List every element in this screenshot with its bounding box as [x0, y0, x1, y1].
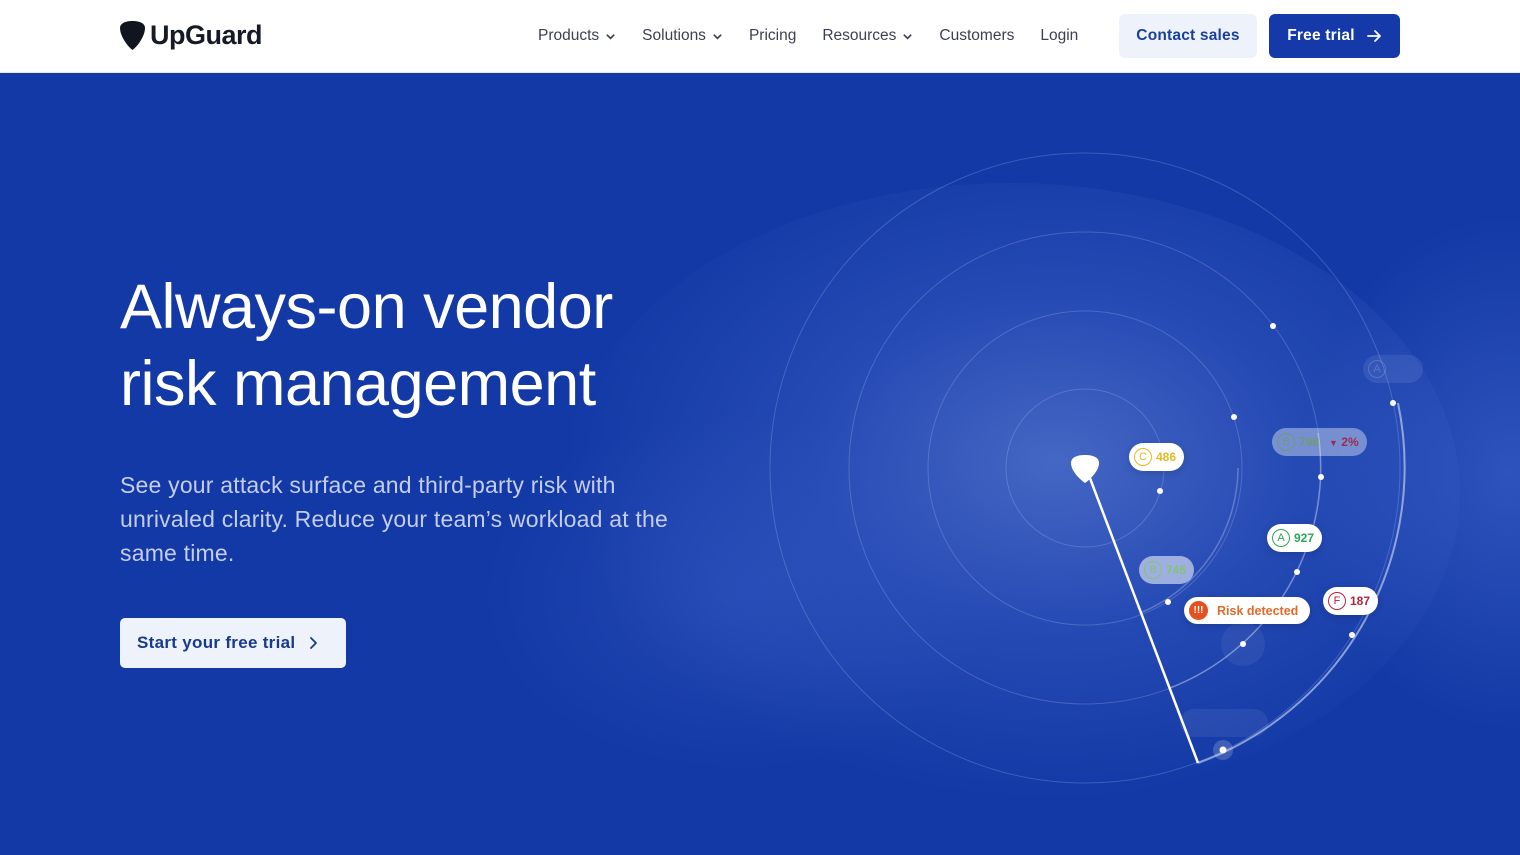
grade-b-icon: B [1277, 433, 1295, 451]
radar-dot [1390, 400, 1396, 406]
score-badge-c486: C 486 [1129, 443, 1185, 471]
score-badge-f187: F 187 [1323, 587, 1379, 615]
radar-dot [1318, 474, 1324, 480]
radar-graphic [769, 152, 1406, 784]
score-value: 927 [1294, 531, 1315, 545]
nav-resources-label: Resources [822, 27, 897, 44]
contact-sales-button[interactable]: Contact sales [1119, 14, 1257, 58]
radar-sweep-arc [1139, 467, 1239, 614]
grade-c-icon: C [1134, 448, 1152, 466]
warning-icon: !!! [1189, 601, 1208, 620]
score-delta: ▼ 2% [1329, 435, 1359, 449]
radar-dot [1219, 746, 1227, 754]
score-value: 745 [1166, 563, 1187, 577]
logo-text: UpGuard [150, 20, 263, 50]
score-badge-b745: B 745 [1139, 556, 1195, 584]
grade-f-icon: F [1328, 592, 1346, 610]
free-trial-label: Free trial [1287, 27, 1355, 44]
shield-pick-icon [120, 21, 145, 50]
radar-dot-halo [1221, 622, 1265, 666]
nav-customers-label: Customers [939, 27, 1015, 44]
score-badge-faded [1180, 709, 1268, 737]
headline-line-1: Always-on vendor [120, 272, 613, 342]
chevron-down-icon [606, 33, 615, 40]
chevron-down-icon [903, 33, 913, 40]
risk-detected-label: Risk detected [1217, 603, 1299, 618]
score-value: 486 [1156, 450, 1177, 464]
triangle-down-icon: ▼ [1329, 438, 1338, 448]
grade-a-icon: A [1272, 529, 1290, 547]
top-navigation: UpGuard Products Solutions Pricing Resou… [0, 0, 1520, 73]
grade-icon: A [1368, 360, 1386, 378]
chevron-right-icon [310, 637, 318, 649]
radar-dot [1231, 414, 1237, 420]
risk-detected-badge: !!! Risk detected [1184, 597, 1311, 624]
radar-dot [1165, 599, 1171, 605]
radar-dot [1294, 569, 1300, 575]
start-free-trial-label: Start your free trial [137, 633, 296, 652]
nav-customers[interactable]: Customers [939, 27, 1014, 45]
nav-products-label: Products [538, 27, 600, 44]
free-trial-button[interactable]: Free trial [1269, 14, 1400, 58]
hero-headline: Always-on vendor risk management [120, 269, 760, 423]
nav-login[interactable]: Login [1040, 27, 1078, 45]
hero-subtext: See your attack surface and third-party … [120, 472, 668, 566]
score-delta-value: 2% [1341, 435, 1359, 449]
nav-links: Products Solutions Pricing Resources Cus… [538, 0, 1104, 72]
score-badge-faded: A [1363, 355, 1423, 383]
nav-products[interactable]: Products [538, 27, 616, 45]
start-free-trial-button[interactable]: Start your free trial [120, 618, 346, 668]
headline-line-2: risk management [120, 349, 596, 419]
nav-pricing[interactable]: Pricing [749, 27, 796, 45]
score-badge-b798: B 798 ▼ 2% [1272, 428, 1367, 456]
score-badge-a927: A 927 [1267, 524, 1323, 552]
score-value: 798 [1299, 435, 1320, 449]
upguard-logo[interactable]: UpGuard [119, 20, 263, 51]
radar-dot [1349, 632, 1355, 638]
radar-dot [1157, 488, 1163, 494]
nav-login-label: Login [1040, 27, 1079, 44]
nav-solutions[interactable]: Solutions [642, 27, 723, 45]
chevron-down-icon [713, 33, 722, 40]
nav-solutions-label: Solutions [642, 27, 706, 44]
arrow-right-icon [1366, 30, 1381, 42]
radar-center-pin-icon [1071, 455, 1099, 483]
hero-section: A C 486 B 798 ▼ 2% A 927 B 745 !!! Risk … [0, 73, 1520, 855]
contact-sales-label: Contact sales [1136, 27, 1240, 44]
score-value: 187 [1350, 594, 1371, 608]
nav-pricing-label: Pricing [748, 27, 797, 44]
grade-b-icon: B [1144, 561, 1162, 579]
nav-resources[interactable]: Resources [822, 27, 913, 45]
radar-dot [1270, 323, 1276, 329]
